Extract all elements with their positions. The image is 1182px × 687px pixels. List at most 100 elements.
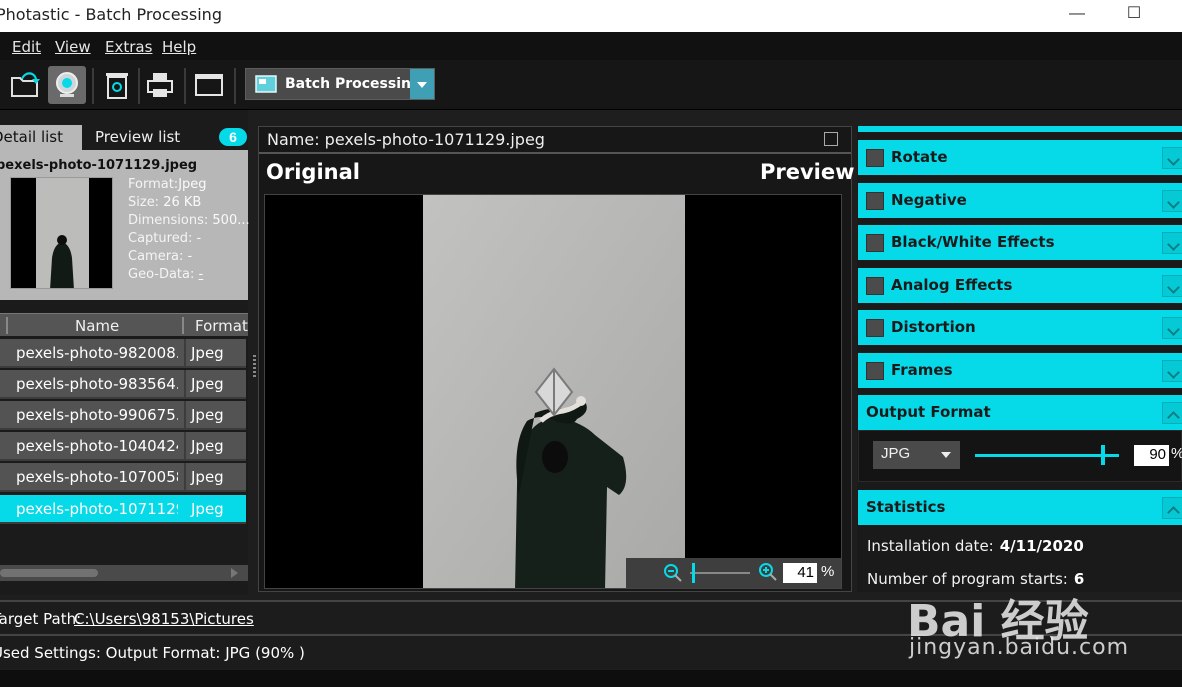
output-format-body: JPG 90 %: [858, 430, 1182, 482]
chevron-down-icon[interactable]: [1162, 275, 1182, 297]
meta-size: Size: 26 KB: [128, 195, 202, 210]
menu-view[interactable]: View: [55, 38, 91, 56]
minimize-button[interactable]: —: [1065, 2, 1089, 26]
geo-data-link[interactable]: -: [199, 267, 204, 282]
quality-slider-knob[interactable]: [1101, 445, 1105, 465]
zoom-out-icon[interactable]: [663, 563, 683, 583]
trash-icon: [106, 73, 128, 99]
original-label: Original: [266, 160, 360, 184]
effects-panel: Rotate Negative Black/White Effects Anal…: [857, 126, 1182, 592]
table-row[interactable]: pexels-photo-982008.jpegJpeg: [0, 339, 246, 368]
chevron-down-icon[interactable]: [1162, 317, 1182, 339]
frames-checkbox[interactable]: [866, 362, 884, 380]
column-format[interactable]: Format: [195, 317, 248, 335]
target-path-bar: Target Path: C:\Users\98153\Pictures: [0, 600, 1182, 633]
maximize-button[interactable]: ☐: [1122, 2, 1146, 26]
chevron-up-icon[interactable]: [1162, 402, 1182, 424]
used-settings-text: Used Settings: Output Format: JPG (90% ): [0, 644, 305, 662]
file-count-badge: 6: [219, 128, 247, 146]
webcam-icon: [56, 72, 78, 97]
section-analog[interactable]: Analog Effects: [858, 268, 1182, 303]
meta-geo-data: Geo-Data: -: [128, 267, 204, 282]
image-name: Name: pexels-photo-1071129.jpeg: [267, 130, 545, 149]
section-strip: [858, 126, 1182, 132]
section-statistics[interactable]: Statistics: [858, 490, 1182, 525]
batch-processing-button[interactable]: Batch Processing: [245, 68, 435, 100]
menu-help[interactable]: Help: [162, 38, 196, 56]
column-name[interactable]: Name: [75, 317, 119, 335]
zoom-percent: %: [821, 563, 835, 580]
target-path-label: Target Path:: [0, 610, 82, 628]
preview-area: Original Preview 41 %: [259, 152, 855, 592]
batch-dropdown-chevron[interactable]: [410, 69, 434, 99]
section-distortion[interactable]: Distortion: [858, 310, 1182, 345]
delete-button[interactable]: [98, 66, 136, 104]
panel-splitter[interactable]: [253, 355, 256, 377]
zoom-slider[interactable]: [690, 572, 750, 574]
zoom-in-icon[interactable]: [758, 562, 778, 582]
format-select[interactable]: JPG: [873, 441, 960, 469]
table-row[interactable]: pexels-photo-983564.jpegJpeg: [0, 370, 246, 399]
webcam-button[interactable]: [48, 66, 86, 104]
title-bar: Photastic - Batch Processing — ☐: [0, 0, 1182, 32]
file-list-panel: Detail list Preview list 6 pexels-photo-…: [0, 110, 250, 595]
window-title: Photastic - Batch Processing: [0, 5, 222, 24]
section-rotate[interactable]: Rotate: [858, 140, 1182, 175]
zoom-control: 41 %: [626, 558, 841, 588]
batch-processing-label: Batch Processing: [285, 76, 421, 92]
chevron-down-icon[interactable]: [1162, 190, 1182, 212]
scrollbar-thumb[interactable]: [0, 569, 98, 577]
chevron-down-icon[interactable]: [1162, 147, 1182, 169]
program-starts: Number of program starts: 6: [867, 570, 1085, 588]
preview-label: Preview: [760, 160, 855, 184]
print-button[interactable]: [141, 66, 179, 104]
expand-icon[interactable]: [824, 132, 838, 146]
compare-handle-icon[interactable]: [533, 367, 575, 417]
menu-edit[interactable]: Edit: [12, 38, 41, 56]
scroll-right-icon[interactable]: [231, 568, 238, 578]
quality-percent: %: [1171, 445, 1182, 462]
chevron-down-icon[interactable]: [1162, 360, 1182, 382]
meta-format: Format:Jpeg: [128, 177, 207, 192]
analog-checkbox[interactable]: [866, 277, 884, 295]
chevron-up-icon[interactable]: [1162, 497, 1182, 519]
zoom-input[interactable]: 41: [783, 563, 817, 583]
file-table-header: Name Format: [0, 313, 248, 336]
menu-bar: Edit View Extras Help: [0, 32, 1182, 60]
section-output-format[interactable]: Output Format: [858, 395, 1182, 430]
section-frames[interactable]: Frames: [858, 353, 1182, 388]
quality-input[interactable]: 90: [1134, 445, 1169, 466]
table-row[interactable]: pexels-photo-1040424.jpegJpeg: [0, 432, 246, 461]
zoom-slider-knob[interactable]: [692, 563, 695, 583]
section-negative[interactable]: Negative: [858, 183, 1182, 218]
chevron-down-icon[interactable]: [1162, 232, 1182, 254]
tab-preview-list[interactable]: Preview list: [82, 125, 222, 150]
file-thumbnail: [10, 177, 113, 289]
meta-dimensions: Dimensions: 500...: [128, 213, 250, 228]
black-white-checkbox[interactable]: [866, 234, 884, 252]
table-row-selected[interactable]: pexels-photo-1071129.jpegJpeg: [0, 495, 246, 524]
list-tabs: Detail list Preview list 6: [0, 125, 248, 150]
target-path-link[interactable]: C:\Users\98153\Pictures: [74, 610, 254, 628]
quality-slider[interactable]: [975, 445, 1119, 465]
open-folder-button[interactable]: [6, 66, 44, 104]
table-row[interactable]: pexels-photo-990675.jpegJpeg: [0, 401, 246, 430]
window-mode-button[interactable]: [190, 66, 228, 104]
table-row[interactable]: pexels-photo-1070058.jpegJpeg: [0, 463, 246, 492]
statistics-body: Installation date: 4/11/2020 Number of pr…: [858, 525, 1182, 592]
meta-captured: Captured: -: [128, 231, 202, 246]
window-icon: [195, 74, 223, 96]
negative-checkbox[interactable]: [866, 192, 884, 210]
toolbar-separator: [234, 68, 236, 104]
tab-detail-list[interactable]: Detail list: [0, 125, 82, 150]
bottom-bar: [0, 670, 1182, 687]
image-canvas[interactable]: 41 %: [264, 194, 842, 589]
meta-camera: Camera: -: [128, 249, 193, 264]
horizontal-scrollbar[interactable]: [0, 565, 248, 581]
printer-icon: [147, 73, 173, 97]
install-date: Installation date: 4/11/2020: [867, 537, 1084, 555]
section-black-white[interactable]: Black/White Effects: [858, 225, 1182, 260]
distortion-checkbox[interactable]: [866, 319, 884, 337]
menu-extras[interactable]: Extras: [105, 38, 152, 56]
rotate-checkbox[interactable]: [866, 149, 884, 167]
